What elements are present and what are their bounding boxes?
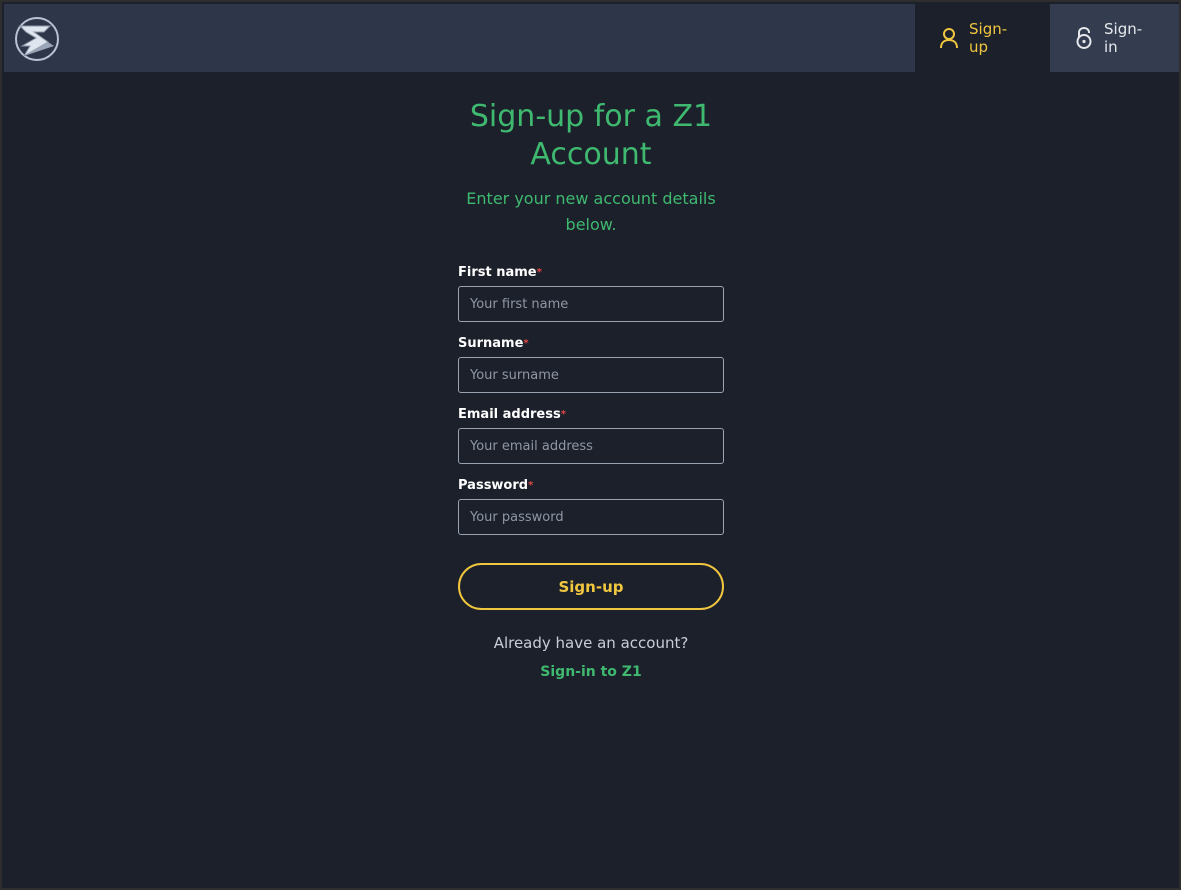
first-name-field: First name* <box>458 264 724 322</box>
required-marker: * <box>523 338 529 349</box>
surname-input[interactable] <box>458 357 724 393</box>
first-name-label: First name* <box>458 265 542 280</box>
nav-signup-label: Sign-up <box>969 20 1008 56</box>
required-marker: * <box>528 480 534 491</box>
first-name-input[interactable] <box>458 286 724 322</box>
top-navbar: Sign-up Sign-in <box>4 4 1179 72</box>
email-label: Email address* <box>458 407 566 422</box>
nav-signin-tab[interactable]: Sign-in <box>1050 4 1179 72</box>
required-marker: * <box>560 409 566 420</box>
signup-form: Sign-up for a Z1 Account Enter your new … <box>458 98 724 681</box>
surname-label: Surname* <box>458 336 529 351</box>
signup-submit-button[interactable]: Sign-up <box>458 563 724 610</box>
z1-logo-icon[interactable] <box>14 16 60 62</box>
password-field: Password* <box>458 477 724 535</box>
app-window: Sign-up Sign-in Sign-up for a Z1 Account… <box>0 0 1181 890</box>
required-marker: * <box>536 267 542 278</box>
email-input[interactable] <box>458 428 724 464</box>
nav-signin-label: Sign-in <box>1104 20 1143 56</box>
surname-field: Surname* <box>458 335 724 393</box>
already-have-account-text: Already have an account? <box>493 634 689 652</box>
unlock-icon <box>1074 26 1094 50</box>
page-title: Sign-up for a Z1 Account <box>469 99 713 172</box>
user-icon <box>939 27 959 49</box>
page-subtitle: Enter your new account details below. <box>466 189 716 234</box>
email-field: Email address* <box>458 406 724 464</box>
signin-link[interactable]: Sign-in to Z1 <box>458 663 724 681</box>
nav-signup-tab[interactable]: Sign-up <box>915 4 1050 72</box>
password-input[interactable] <box>458 499 724 535</box>
password-label: Password* <box>458 478 534 493</box>
